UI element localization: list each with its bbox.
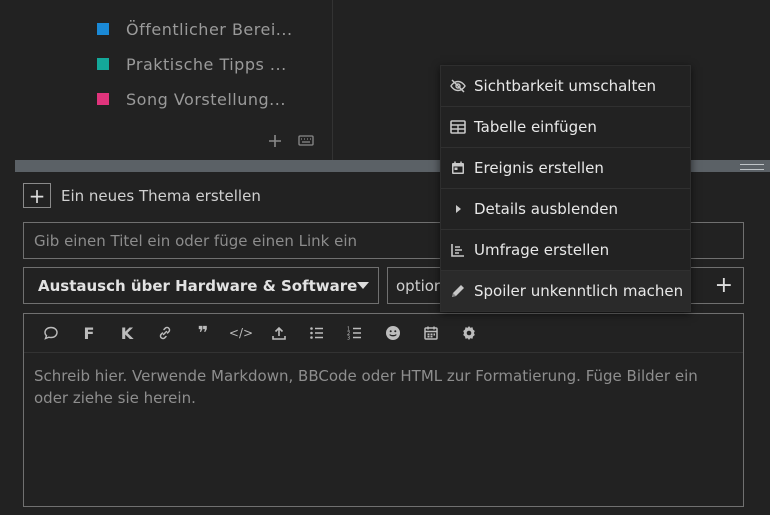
- grip-icon[interactable]: [740, 164, 764, 170]
- svg-text:3: 3: [347, 336, 350, 342]
- plus-icon[interactable]: +: [715, 274, 733, 297]
- italic-icon[interactable]: K: [108, 318, 146, 348]
- sidebar-divider: [332, 0, 333, 160]
- gear-icon[interactable]: [450, 318, 488, 348]
- calendar-icon[interactable]: [412, 318, 450, 348]
- editor-placeholder[interactable]: Schreib hier. Verwende Markdown, BBCode …: [24, 353, 743, 421]
- plus-icon[interactable]: +: [23, 183, 51, 208]
- menu-item-hide-details[interactable]: Details ausblenden: [441, 189, 690, 230]
- calendar-icon: [449, 159, 467, 177]
- new-topic-header: + Ein neues Thema erstellen: [23, 183, 261, 208]
- menu-item-create-event[interactable]: Ereignis erstellen: [441, 148, 690, 189]
- menu-item-label: Ereignis erstellen: [474, 159, 604, 177]
- menu-item-toggle-visibility[interactable]: Sichtbarkeit umschalten: [441, 66, 690, 107]
- sidebar-category-item[interactable]: Praktische Tipps ...: [97, 53, 287, 75]
- menu-item-blur-spoiler[interactable]: Spoiler unkenntlich machen: [441, 271, 690, 311]
- menu-item-label: Spoiler unkenntlich machen: [474, 282, 684, 300]
- category-label: Öffentlicher Berei...: [126, 19, 293, 39]
- link-icon[interactable]: [146, 318, 184, 348]
- menu-item-label: Tabelle einfügen: [474, 118, 597, 136]
- category-color-swatch: [97, 58, 109, 70]
- menu-item-create-poll[interactable]: Umfrage erstellen: [441, 230, 690, 271]
- caret-right-icon: [449, 200, 467, 218]
- bullet-list-icon[interactable]: [298, 318, 336, 348]
- keyboard-icon[interactable]: [298, 134, 314, 148]
- plus-icon[interactable]: [268, 134, 282, 148]
- editor[interactable]: F K ❞ </> 123 Schreib hier. Verwende Mar…: [23, 313, 744, 507]
- menu-item-label: Details ausblenden: [474, 200, 618, 218]
- category-select-label: Austausch über Hardware & Software: [38, 276, 358, 295]
- code-icon[interactable]: </>: [222, 318, 260, 348]
- editor-toolbar: F K ❞ </> 123: [24, 314, 743, 353]
- menu-item-label: Umfrage erstellen: [474, 241, 610, 259]
- menu-item-insert-table[interactable]: Tabelle einfügen: [441, 107, 690, 148]
- menu-item-label: Sichtbarkeit umschalten: [474, 77, 657, 95]
- emoji-icon[interactable]: [374, 318, 412, 348]
- sidebar-category-item[interactable]: Song Vorstellung...: [97, 88, 286, 110]
- table-icon: [449, 118, 467, 136]
- category-select[interactable]: Austausch über Hardware & Software: [23, 267, 379, 304]
- new-topic-label: Ein neues Thema erstellen: [61, 186, 261, 205]
- chevron-down-icon: [357, 282, 370, 289]
- sidebar-category-item[interactable]: Öffentlicher Berei...: [97, 18, 293, 40]
- toolbar-options-menu: Sichtbarkeit umschalten Tabelle einfügen…: [440, 65, 691, 312]
- upload-icon[interactable]: [260, 318, 298, 348]
- sidebar-tools: [268, 134, 314, 148]
- chart-icon: [449, 241, 467, 259]
- numbered-list-icon[interactable]: 123: [336, 318, 374, 348]
- category-color-swatch: [97, 23, 109, 35]
- category-label: Praktische Tipps ...: [126, 54, 287, 74]
- eye-slash-icon: [449, 77, 467, 95]
- pencil-icon: [449, 282, 467, 300]
- blockquote-icon[interactable]: ❞: [184, 318, 222, 348]
- quote-icon[interactable]: [32, 318, 70, 348]
- bold-icon[interactable]: F: [70, 318, 108, 348]
- category-color-swatch: [97, 93, 109, 105]
- category-label: Song Vorstellung...: [126, 89, 286, 109]
